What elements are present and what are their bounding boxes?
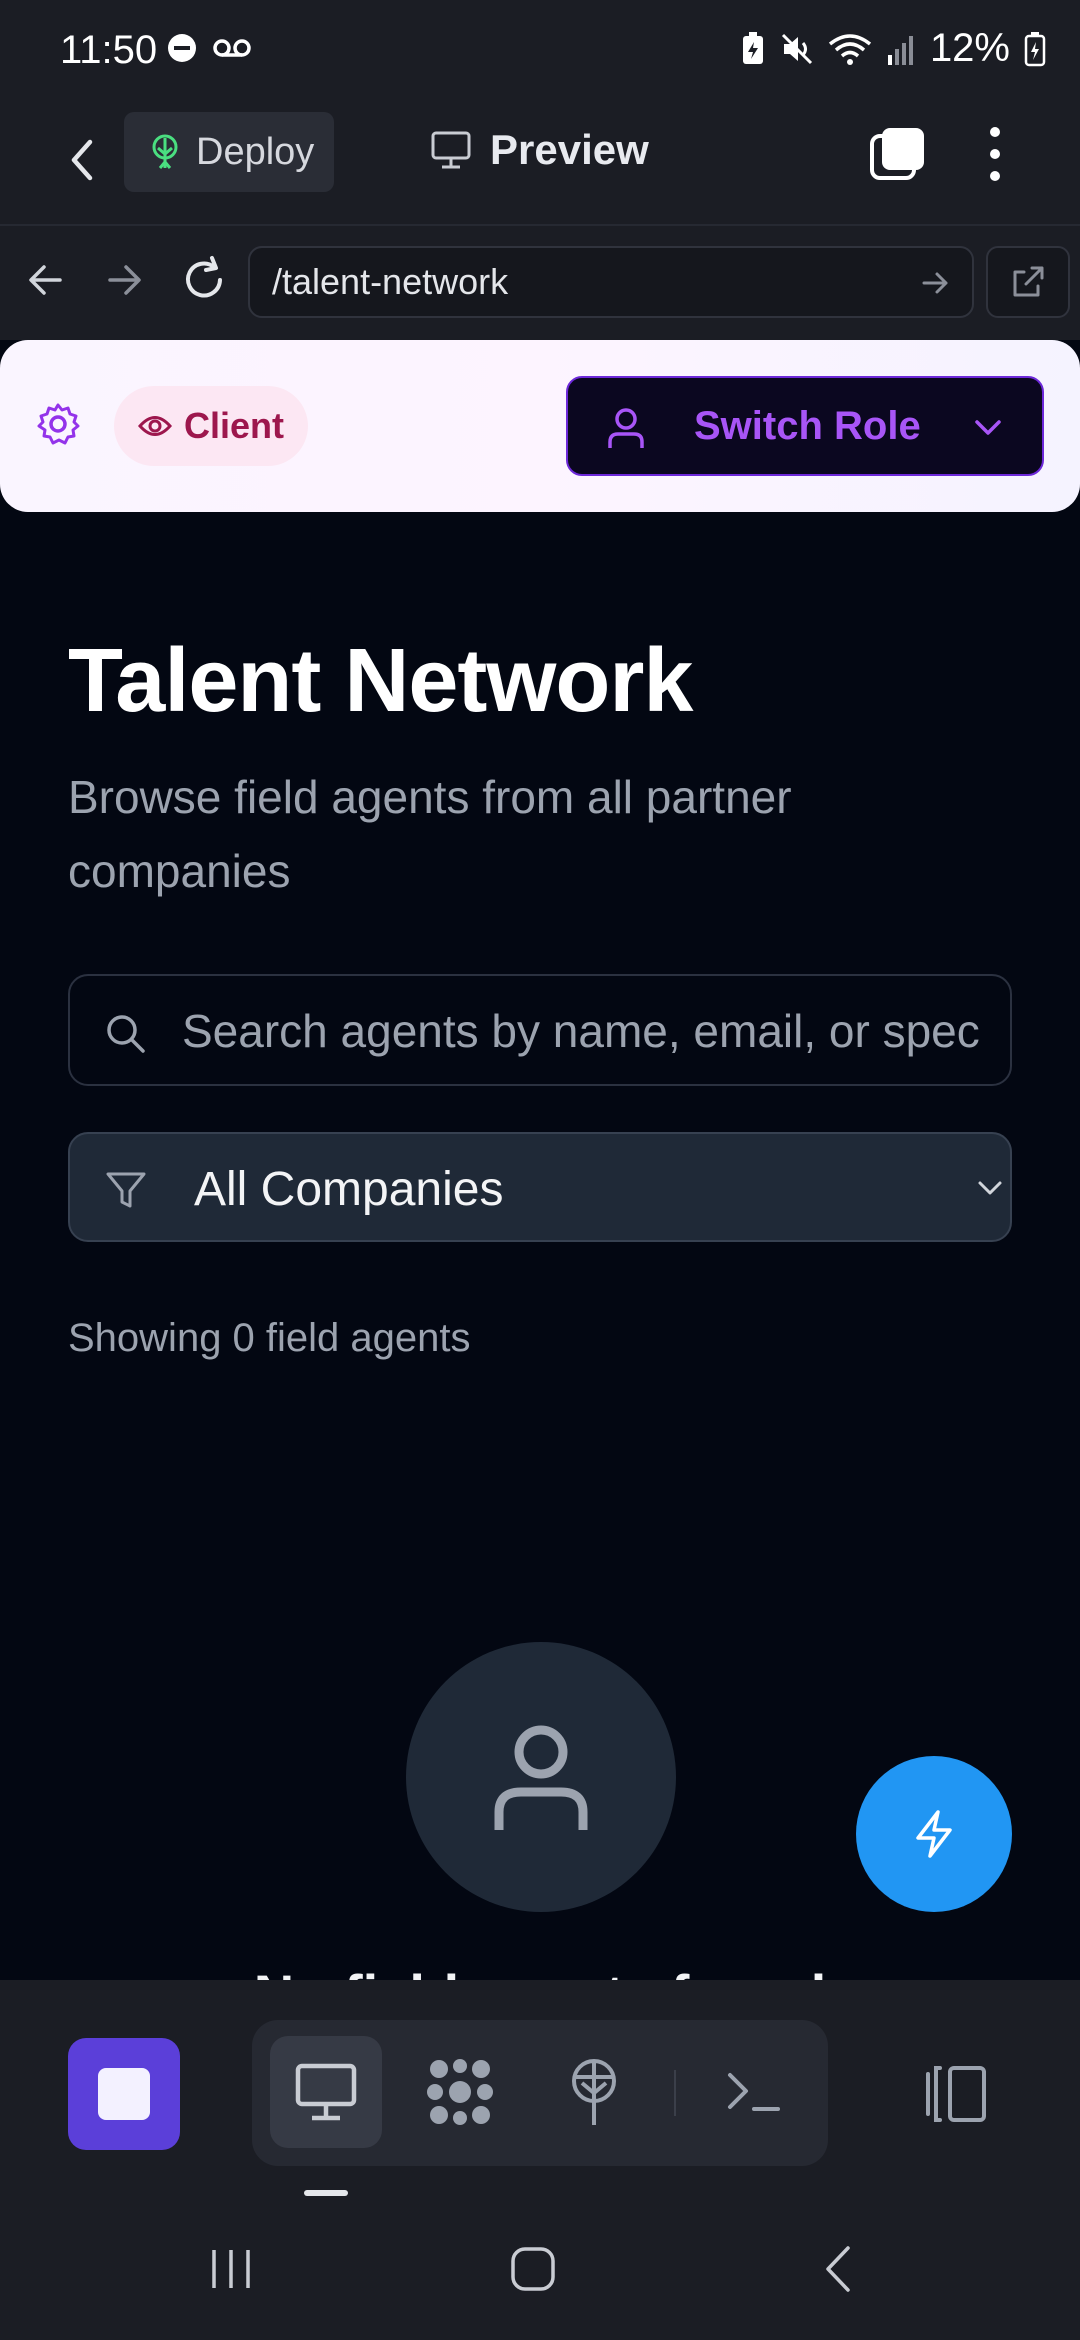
reload-icon[interactable] xyxy=(178,254,230,306)
bottom-toolbar xyxy=(0,1980,1080,2200)
deploy-view-button[interactable] xyxy=(538,2036,650,2148)
browser-forward-icon[interactable] xyxy=(100,256,148,304)
monitor-icon xyxy=(431,131,471,169)
go-arrow-icon[interactable] xyxy=(918,266,952,300)
ai-action-fab[interactable] xyxy=(856,1756,1012,1912)
active-view-indicator xyxy=(304,2190,348,2196)
url-field[interactable]: /talent-network xyxy=(248,246,974,318)
empty-state-title: No field agents found xyxy=(0,1960,1080,1982)
monitor-icon xyxy=(295,2063,357,2121)
mute-icon xyxy=(781,33,812,64)
recents-icon[interactable] xyxy=(206,2244,256,2294)
company-filter-value: All Companies xyxy=(194,1163,504,1216)
system-back-icon[interactable] xyxy=(818,2244,858,2294)
tabs-icon[interactable] xyxy=(868,124,928,184)
apps-view-button[interactable] xyxy=(404,2036,516,2148)
status-bar: 11:50 12% xyxy=(0,0,1080,100)
layout-toggle-button[interactable] xyxy=(900,2038,1012,2150)
deploy-label: Deploy xyxy=(196,130,315,173)
page-title: Talent Network xyxy=(68,631,693,731)
filter-icon xyxy=(106,1172,146,1208)
status-time: 11:50 xyxy=(60,28,158,72)
wifi-icon xyxy=(828,33,872,65)
battery-icon xyxy=(1024,31,1046,66)
preview-label: Preview xyxy=(490,126,649,173)
battery-percent: 12% xyxy=(929,26,1010,70)
role-badge-label: Client xyxy=(184,405,285,446)
terminal-view-button[interactable] xyxy=(698,2036,810,2148)
view-switcher xyxy=(252,2020,828,2166)
voicemail-icon xyxy=(213,39,251,57)
results-count: Showing 0 field agents xyxy=(68,1316,471,1360)
back-arrow-icon[interactable] xyxy=(58,130,108,190)
role-badge: Client xyxy=(114,386,309,466)
url-bar: /talent-network xyxy=(0,226,1080,340)
company-filter-select[interactable]: All Companies xyxy=(68,1132,1012,1242)
search-input[interactable] xyxy=(182,994,982,1068)
more-options-icon[interactable] xyxy=(980,122,1010,186)
empty-state-avatar xyxy=(406,1642,676,1912)
page-subtitle: Browse field agents from all partner com… xyxy=(68,771,792,897)
person-icon xyxy=(494,1725,588,1830)
signal-icon xyxy=(887,35,913,65)
stop-button[interactable] xyxy=(68,2038,180,2150)
system-nav-bar xyxy=(0,2200,1080,2340)
terminal-icon xyxy=(728,2073,780,2111)
split-layout-icon xyxy=(926,2066,986,2122)
grid-dots-icon xyxy=(427,2059,493,2125)
person-icon xyxy=(608,408,644,448)
home-icon[interactable] xyxy=(508,2244,558,2294)
external-link-icon xyxy=(1013,266,1044,297)
role-header: Client Switch Role xyxy=(0,340,1080,512)
search-box[interactable] xyxy=(68,974,1012,1086)
url-text: /talent-network xyxy=(272,261,509,302)
toolbar-divider xyxy=(674,2070,676,2116)
lightning-icon xyxy=(916,1810,952,1858)
browser-back-icon[interactable] xyxy=(22,256,70,304)
deploy-button[interactable]: Deploy xyxy=(124,112,334,192)
battery-saver-icon xyxy=(742,31,763,64)
chevron-down-icon xyxy=(975,420,1001,435)
deploy-tree-icon xyxy=(572,2059,616,2125)
switch-role-button[interactable]: Switch Role xyxy=(566,376,1044,476)
search-icon xyxy=(107,1015,145,1053)
open-external-button[interactable] xyxy=(986,246,1070,318)
deploy-tree-icon xyxy=(152,134,178,169)
app-bar: Deploy Preview xyxy=(0,100,1080,226)
eye-icon xyxy=(138,416,172,436)
gear-icon[interactable] xyxy=(36,402,80,446)
switch-role-label: Switch Role xyxy=(694,404,921,448)
chevron-down-icon xyxy=(978,1181,1002,1195)
stop-icon xyxy=(98,2068,150,2120)
preview-title: Preview xyxy=(430,126,649,174)
dnd-icon xyxy=(168,34,196,62)
preview-view-button[interactable] xyxy=(270,2036,382,2148)
